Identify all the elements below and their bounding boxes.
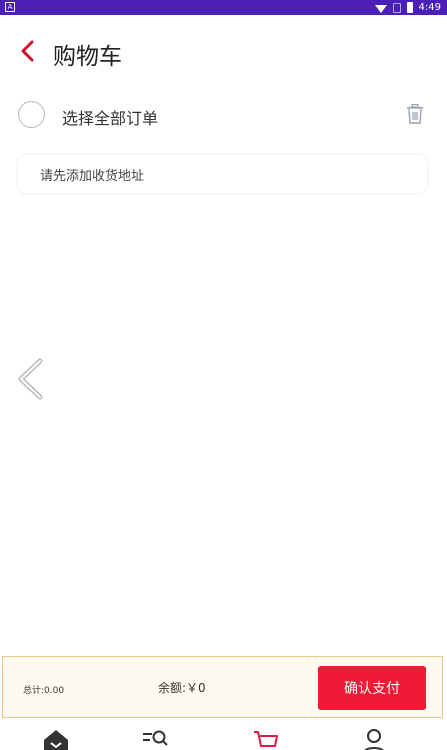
back-icon[interactable] (20, 40, 36, 62)
user-icon (364, 729, 384, 750)
select-all-row: 选择全部订单 (0, 96, 447, 136)
tab-cart[interactable] (246, 728, 286, 750)
checkout-bar: 总计:0.00 余额:￥0 确认支付 (2, 656, 443, 718)
status-indicators: 4:49 (374, 1, 441, 14)
battery-icon (406, 2, 413, 13)
chevron-left-icon[interactable] (16, 358, 46, 400)
trash-icon[interactable] (406, 104, 424, 124)
cart-icon (254, 731, 278, 747)
tab-profile[interactable] (354, 728, 394, 750)
status-time: 4:49 (418, 2, 441, 13)
total-amount: 总计:0.00 (23, 686, 65, 696)
bottom-tab-bar (0, 720, 447, 750)
category-search-icon (143, 730, 168, 746)
address-prompt: 请先添加收货地址 (40, 169, 145, 184)
app-notification-icon: A (5, 2, 15, 12)
page-title: 购物车 (53, 44, 122, 70)
tab-home[interactable] (36, 728, 76, 750)
confirm-pay-button[interactable]: 确认支付 (318, 666, 426, 710)
select-all-radio[interactable] (18, 101, 45, 128)
status-bar: A 4:49 (0, 0, 447, 15)
select-all-label[interactable]: 选择全部订单 (62, 105, 158, 129)
wifi-icon (374, 4, 387, 13)
sim-icon (392, 2, 401, 13)
tab-category[interactable] (135, 728, 175, 750)
balance-amount: 余额:￥0 (158, 681, 206, 695)
home-icon (44, 730, 68, 750)
header: 购物车 (0, 15, 447, 85)
address-card[interactable]: 请先添加收货地址 (18, 155, 427, 193)
